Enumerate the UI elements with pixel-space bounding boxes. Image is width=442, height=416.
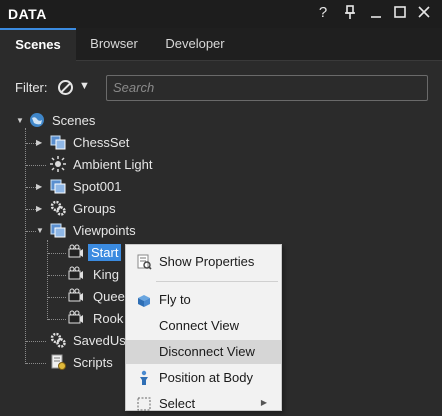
tree-connector (48, 253, 66, 254)
filter-dropdown-icon[interactable]: ▼ (79, 80, 90, 92)
tree-connector (26, 165, 46, 166)
camera-icon (68, 288, 83, 302)
tree-item-label[interactable]: Viewpoints (73, 223, 136, 238)
script-icon (51, 354, 66, 370)
minimize-button[interactable] (366, 4, 386, 24)
tree-item-label[interactable]: Groups (73, 201, 116, 216)
filter-label: Filter: (15, 80, 48, 95)
tree-connector (26, 363, 46, 364)
spotlight-icon (50, 179, 66, 194)
close-icon (418, 6, 430, 18)
globe-icon (30, 113, 44, 127)
menu-separator (156, 281, 278, 282)
tree-item-label[interactable]: ChessSet (73, 135, 129, 150)
expand-arrow-icon[interactable]: ▶ (36, 182, 42, 191)
tree-connector (26, 341, 46, 342)
tree-item-label[interactable]: Rook (93, 311, 123, 326)
expand-arrow-icon[interactable]: ▶ (36, 138, 42, 147)
menu-item-label: Fly to (159, 292, 191, 307)
gears-icon (50, 200, 66, 216)
menu-item-label: Connect View (159, 318, 239, 333)
title-bar: DATA ? (0, 0, 442, 28)
menu-item-disconnect-view[interactable]: Disconnect View (126, 340, 281, 364)
tab-browser[interactable]: Browser (78, 28, 150, 60)
tree-connector (26, 209, 36, 210)
minimize-icon (371, 16, 381, 18)
tree-item-label[interactable]: Scripts (73, 355, 113, 370)
tree-item-label[interactable]: King (93, 267, 119, 282)
submenu-arrow-icon: ▶ (260, 398, 267, 407)
viewpoints-icon (50, 223, 66, 238)
close-button[interactable] (414, 4, 434, 24)
scene-node-icon (50, 135, 66, 150)
maximize-icon (394, 6, 406, 18)
fly-to-icon (138, 295, 150, 307)
tree-item-label[interactable]: Spot001 (73, 179, 121, 194)
tree-connector (26, 231, 36, 232)
menu-item-show-properties[interactable]: Show Properties (126, 250, 281, 274)
gears-icon (50, 332, 66, 348)
maximize-button[interactable] (390, 4, 410, 24)
menu-item-label: Position at Body (159, 370, 253, 385)
camera-icon (68, 244, 83, 258)
menu-item-position-at-body[interactable]: Position at Body (126, 366, 281, 390)
window-title: DATA (8, 6, 47, 22)
tab-bar: Scenes Browser Developer (0, 28, 442, 61)
menu-item-label: Select (159, 396, 196, 411)
tree-item-label-selected[interactable]: Start (88, 244, 122, 261)
tree-connector (26, 143, 36, 144)
tree-connector (48, 319, 66, 320)
menu-item-label: Show Properties (159, 254, 255, 269)
tree-connector (26, 187, 36, 188)
tree-item-label[interactable]: Ambient Light (73, 157, 153, 172)
tree-connector (48, 275, 66, 276)
filter-none-icon[interactable] (58, 80, 73, 95)
collapse-arrow-icon[interactable]: ▼ (36, 226, 44, 235)
tree-connector (25, 128, 26, 364)
select-icon (137, 397, 151, 411)
menu-item-connect-view[interactable]: Connect View (126, 314, 281, 338)
menu-item-select[interactable]: Select ▶ (126, 392, 281, 416)
tree-item-label[interactable]: SavedUse (73, 333, 133, 348)
properties-icon (137, 254, 152, 270)
expand-arrow-icon[interactable]: ▶ (36, 204, 42, 213)
search-input[interactable] (107, 76, 423, 98)
help-button[interactable]: ? (313, 4, 333, 21)
tree-connector (47, 240, 48, 320)
menu-item-label: Disconnect View (159, 344, 255, 359)
pin-button[interactable] (340, 4, 360, 24)
collapse-arrow-icon[interactable]: ▼ (16, 116, 24, 125)
pin-icon (345, 5, 355, 19)
search-box[interactable] (106, 75, 428, 101)
tab-scenes[interactable]: Scenes (0, 28, 76, 61)
tree-root-label[interactable]: Scenes (52, 113, 95, 128)
position-body-icon (140, 370, 148, 385)
tree-connector (48, 297, 66, 298)
context-menu: Show Properties Fly to Connect View Disc… (125, 244, 282, 411)
menu-item-fly-to[interactable]: Fly to (126, 288, 281, 312)
light-icon (50, 156, 66, 172)
tab-developer[interactable]: Developer (152, 28, 238, 60)
camera-icon (68, 310, 83, 324)
camera-icon (68, 266, 83, 280)
